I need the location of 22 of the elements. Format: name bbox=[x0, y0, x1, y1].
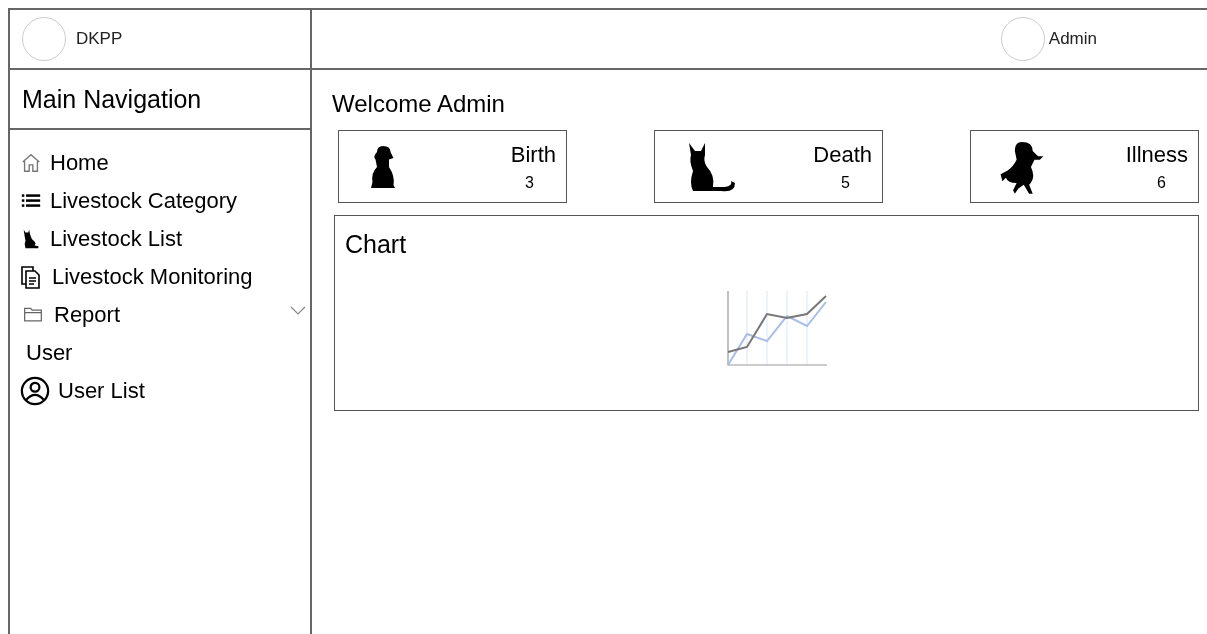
page-title: Welcome Admin bbox=[332, 90, 506, 118]
nav-item[interactable]: Livestock List bbox=[20, 220, 310, 258]
chart-title: Chart bbox=[345, 230, 407, 259]
stat-label: Birth bbox=[510, 141, 556, 168]
user-circle-icon bbox=[20, 376, 50, 406]
stat-count: 5 bbox=[841, 173, 851, 192]
line-chart-icon bbox=[726, 288, 827, 367]
stat-count: 3 bbox=[525, 173, 535, 192]
nav-item[interactable]: Livestock Monitoring bbox=[20, 258, 310, 296]
nav-item[interactable]: Home bbox=[20, 144, 310, 182]
stat-count: 6 bbox=[1157, 173, 1167, 192]
nav-section-label: User bbox=[25, 339, 74, 367]
sidebar-title: Main Navigation bbox=[10, 70, 310, 130]
home-icon bbox=[20, 152, 42, 174]
brand-name: DKPP bbox=[76, 29, 123, 49]
chevron-down-icon bbox=[290, 306, 306, 316]
nav-item[interactable]: Report bbox=[20, 296, 310, 334]
stat-label: Illness bbox=[1125, 141, 1188, 168]
nav-item[interactable]: Livestock Category bbox=[20, 182, 310, 220]
nav-item[interactable]: User List bbox=[20, 372, 310, 410]
user-name[interactable]: Admin bbox=[1048, 29, 1097, 49]
stat-label: Death bbox=[813, 141, 872, 168]
